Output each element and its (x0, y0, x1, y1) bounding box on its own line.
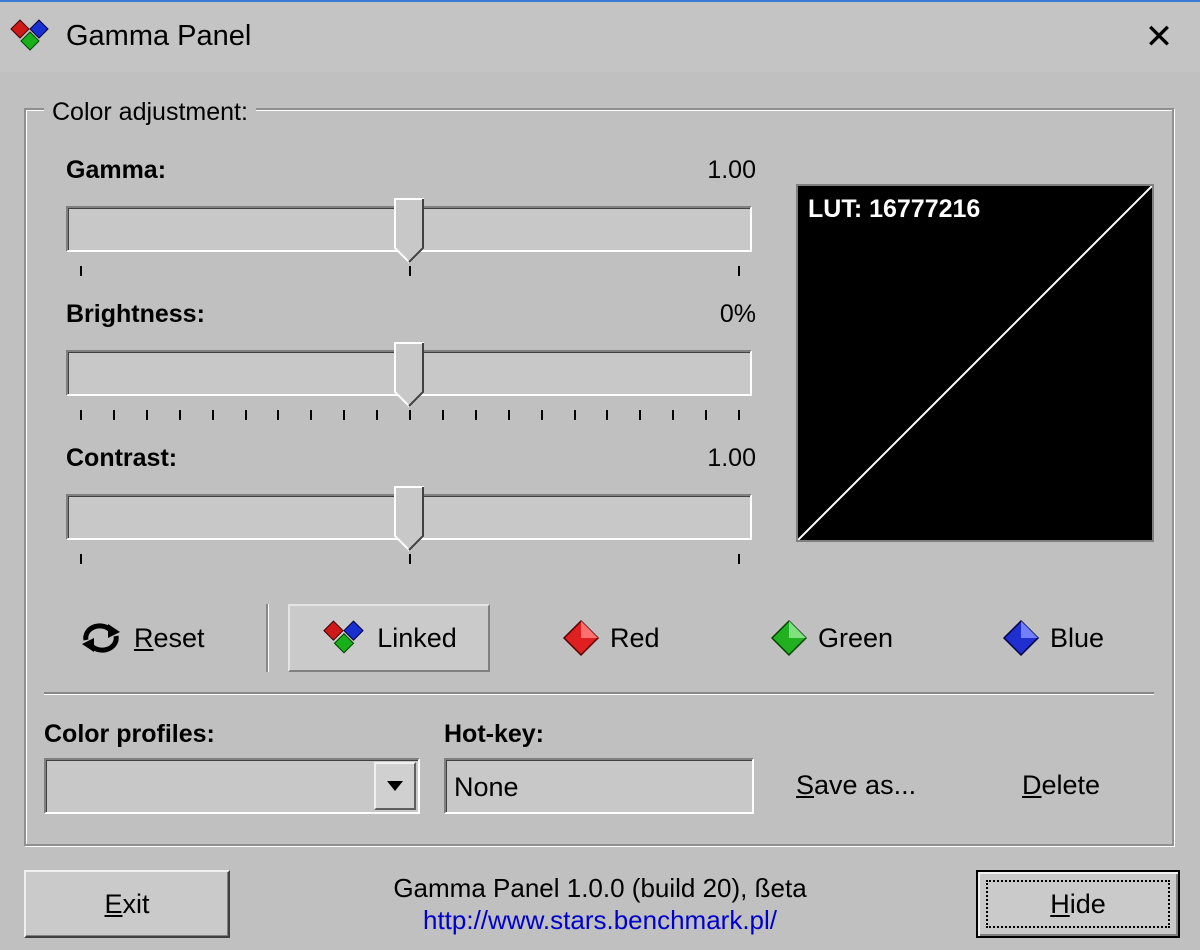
contrast-label: Contrast: (66, 444, 178, 472)
brightness-value: 0% (719, 300, 756, 328)
brightness-ticks (66, 410, 752, 424)
horizontal-separator (44, 692, 1154, 694)
gamma-ticks (66, 266, 752, 280)
tick-mark (343, 410, 346, 420)
lut-preview (796, 184, 1154, 542)
chevron-down-icon (387, 781, 403, 791)
contrast-value: 1.00 (707, 444, 756, 472)
tick-mark (376, 410, 379, 420)
tick-mark (409, 554, 411, 564)
brightness-label: Brightness: (66, 300, 205, 328)
green-diamond-icon (770, 619, 808, 657)
gamma-label: Gamma: (66, 156, 167, 184)
exit-button[interactable]: Exit (24, 870, 230, 938)
hide-label: Hide (1050, 888, 1106, 919)
close-icon: ✕ (1144, 18, 1174, 56)
tick-mark (80, 266, 82, 276)
tick-mark (507, 410, 510, 420)
tick-mark (441, 410, 444, 420)
gamma-value: 1.00 (707, 156, 756, 184)
red-diamond-icon (562, 619, 600, 657)
delete-button[interactable]: Delete (1022, 768, 1100, 802)
profiles-dropdown-button[interactable] (374, 762, 416, 810)
linked-button[interactable]: Linked (288, 604, 490, 672)
window-title: Gamma Panel (66, 20, 252, 52)
tick-mark (474, 410, 477, 420)
contrast-slider-thumb[interactable] (394, 486, 424, 552)
tick-mark (211, 410, 214, 420)
tick-mark (738, 410, 740, 420)
hotkey-value: None (454, 772, 519, 802)
rgb-diamonds-icon (10, 19, 49, 51)
tick-mark (409, 410, 411, 420)
lut-label: LUT: 16777216 (808, 195, 981, 223)
rgb-diamonds-icon (323, 620, 364, 654)
hide-button[interactable]: Hide (976, 870, 1180, 938)
blue-label: Blue (1050, 623, 1105, 653)
group-legend: Color adjustment: (44, 96, 256, 128)
tick-mark (310, 410, 313, 420)
tick-mark (80, 554, 82, 564)
green-label: Green (818, 623, 894, 653)
green-channel-button[interactable]: Green (770, 606, 893, 670)
color-profiles-select[interactable] (44, 758, 420, 814)
website-link[interactable]: http://www.stars.benchmark.pl/ (300, 904, 900, 936)
tick-mark (738, 554, 740, 564)
save-as-button[interactable]: Save as... (796, 768, 916, 802)
close-button[interactable]: ✕ (1128, 12, 1190, 62)
hotkey-label: Hot-key: (444, 720, 545, 748)
tick-mark (705, 410, 708, 420)
tick-mark (540, 410, 543, 420)
tick-mark (244, 410, 247, 420)
tick-mark (606, 410, 609, 420)
gamma-slider-thumb[interactable] (394, 198, 424, 264)
reset-button[interactable]: Reset (78, 606, 205, 670)
tick-mark (112, 410, 115, 420)
tick-mark (573, 410, 576, 420)
contrast-ticks (66, 554, 752, 568)
exit-label: Exit (104, 888, 150, 919)
red-channel-button[interactable]: Red (562, 606, 660, 670)
reset-label: Reset (134, 623, 205, 653)
reset-arrows-icon (82, 623, 120, 653)
tick-mark (738, 266, 740, 276)
tick-mark (639, 410, 642, 420)
red-label: Red (610, 623, 660, 653)
tick-mark (145, 410, 148, 420)
vertical-separator (266, 604, 268, 672)
blue-diamond-icon (1002, 619, 1040, 657)
tick-mark (277, 410, 280, 420)
version-text: Gamma Panel 1.0.0 (build 20), ßeta (393, 873, 807, 903)
tick-mark (80, 410, 82, 420)
tick-mark (178, 410, 181, 420)
brightness-slider-thumb[interactable] (394, 342, 424, 408)
blue-channel-button[interactable]: Blue (1002, 606, 1104, 670)
color-profiles-label: Color profiles: (44, 720, 215, 748)
linked-label: Linked (377, 623, 457, 653)
tick-mark (409, 266, 411, 276)
lut-curve (797, 185, 1153, 541)
tick-mark (672, 410, 675, 420)
